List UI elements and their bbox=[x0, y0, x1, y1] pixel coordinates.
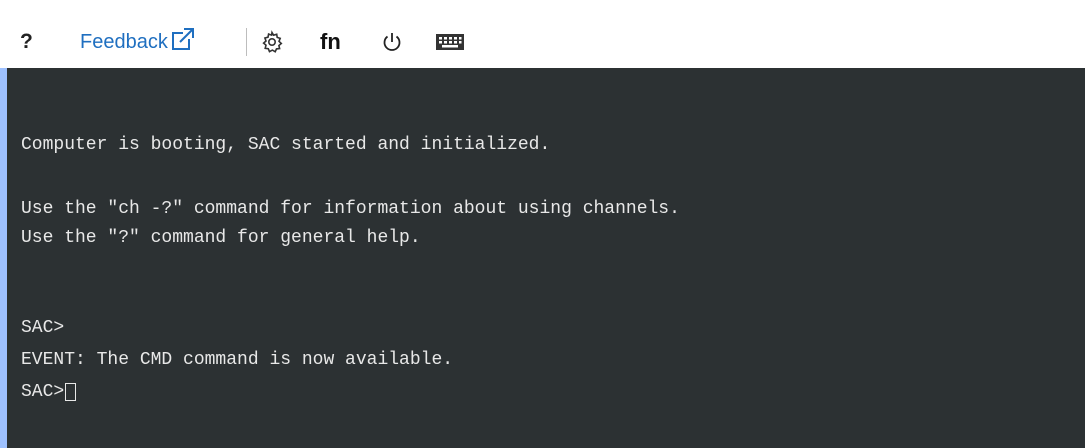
terminal-prompt-line[interactable]: SAC> bbox=[21, 381, 77, 403]
keyboard-button[interactable] bbox=[435, 33, 465, 51]
terminal-line: Use the "ch -?" command for information … bbox=[21, 199, 680, 219]
feedback-label: Feedback bbox=[80, 31, 168, 53]
terminal-line: EVENT: The CMD command is now available. bbox=[21, 350, 454, 370]
power-icon bbox=[383, 33, 401, 51]
keyboard-icon bbox=[436, 34, 464, 50]
external-link-icon bbox=[171, 27, 195, 50]
toolbar-divider bbox=[246, 28, 247, 56]
terminal-console[interactable]: Computer is booting, SAC started and ini… bbox=[0, 68, 1085, 448]
feedback-link[interactable]: Feedback bbox=[80, 26, 195, 58]
fn-button[interactable]: fn bbox=[320, 27, 341, 57]
power-button[interactable] bbox=[380, 30, 404, 54]
prompt-text: SAC> bbox=[21, 382, 65, 402]
settings-button[interactable] bbox=[259, 29, 285, 55]
toolbar: ? Feedback fn bbox=[0, 0, 1085, 68]
terminal-line: Computer is booting, SAC started and ini… bbox=[21, 135, 551, 155]
terminal-line: Use the "?" command for general help. bbox=[21, 228, 421, 248]
help-button[interactable]: ? bbox=[20, 27, 33, 57]
gear-icon bbox=[262, 30, 283, 53]
text-cursor bbox=[65, 383, 77, 401]
terminal-line: SAC> bbox=[21, 318, 65, 338]
terminal-focus-accent bbox=[0, 68, 7, 448]
